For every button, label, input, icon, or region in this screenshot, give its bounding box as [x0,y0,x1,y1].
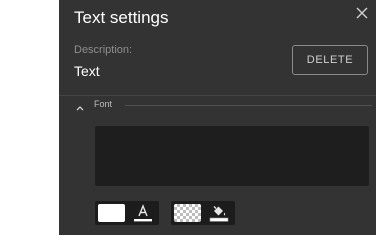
dialog-title: Text settings [74,8,169,27]
close-icon[interactable] [354,5,370,21]
background-color-swatch[interactable] [174,204,201,222]
chevron-up-icon[interactable] [75,100,85,111]
font-section-rule [125,105,372,106]
description-value: Text [74,63,100,79]
text-input-area[interactable] [95,126,369,186]
font-section-header[interactable]: Font [72,97,372,113]
text-color-swatch[interactable] [98,204,125,222]
fill-color-icon[interactable] [208,203,230,223]
section-divider [59,95,376,96]
text-color-icon[interactable] [132,203,154,223]
text-settings-dialog: Text settings Description: Text DELETE F… [59,0,376,235]
font-section-label: Font [94,99,113,109]
background-color-control [171,201,235,225]
description-label: Description: [74,44,133,56]
text-color-control [95,201,159,225]
delete-button[interactable]: DELETE [292,45,368,75]
